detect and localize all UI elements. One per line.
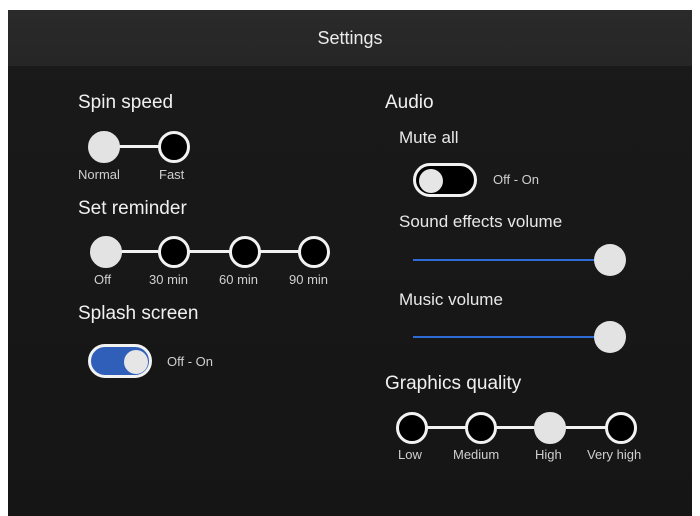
spin-speed-option-fast[interactable] [158, 131, 190, 163]
graphics-quality-connector [412, 426, 622, 429]
graphics-quality-very-high-label: Very high [587, 447, 642, 462]
graphics-quality-label: Graphics quality [385, 373, 522, 394]
graphics-quality-medium-label: Medium [453, 447, 500, 462]
set-reminder-option-90-min[interactable] [298, 236, 330, 268]
graphics-quality-high-label: High [535, 447, 562, 462]
graphics-quality-option-low[interactable] [396, 412, 428, 444]
spin-speed-label: Spin speed [78, 92, 174, 113]
set-reminder-connector [104, 250, 314, 253]
mute-all-label: Mute all [399, 128, 459, 147]
set-reminder-option-off[interactable] [90, 236, 122, 268]
audio-label: Audio [385, 92, 434, 113]
mute-all-toggle-knob [419, 169, 443, 193]
graphics-quality-option-high[interactable] [534, 412, 566, 444]
splash-screen-toggle-caption: Off - On [167, 354, 213, 369]
graphics-quality-low-label: Low [398, 447, 422, 462]
sound-effects-volume-label: Sound effects volume [399, 212, 563, 231]
set-reminder-30-min-label: 30 min [149, 272, 189, 287]
title-bar: Settings [8, 10, 692, 66]
splash-screen-toggle[interactable] [88, 344, 152, 378]
music-volume-track[interactable] [413, 336, 609, 338]
spin-speed-fast-label: Fast [159, 167, 185, 182]
splash-screen-label: Splash screen [78, 303, 199, 324]
set-reminder-90-min-label: 90 min [289, 272, 329, 287]
spin-speed-normal-label: Normal [78, 167, 120, 182]
mute-all-toggle[interactable] [413, 163, 477, 197]
sound-effects-volume-track[interactable] [413, 259, 609, 261]
splash-screen-toggle-knob [124, 350, 148, 374]
music-volume-label: Music volume [399, 290, 503, 309]
mute-all-toggle-caption: Off - On [493, 172, 539, 187]
set-reminder-option-60-min[interactable] [229, 236, 261, 268]
settings-screen: Settings Spin speed Normal Fast Set remi… [8, 10, 692, 516]
set-reminder-option-30-min[interactable] [158, 236, 190, 268]
graphics-quality-option-very-high[interactable] [605, 412, 637, 444]
spin-speed-option-normal[interactable] [88, 131, 120, 163]
graphics-quality-option-medium[interactable] [465, 412, 497, 444]
set-reminder-off-label: Off [94, 272, 112, 287]
music-volume-thumb[interactable] [594, 321, 626, 353]
page-title: Settings [317, 28, 383, 48]
set-reminder-label: Set reminder [78, 198, 187, 219]
set-reminder-60-min-label: 60 min [219, 272, 259, 287]
sound-effects-volume-thumb[interactable] [594, 244, 626, 276]
